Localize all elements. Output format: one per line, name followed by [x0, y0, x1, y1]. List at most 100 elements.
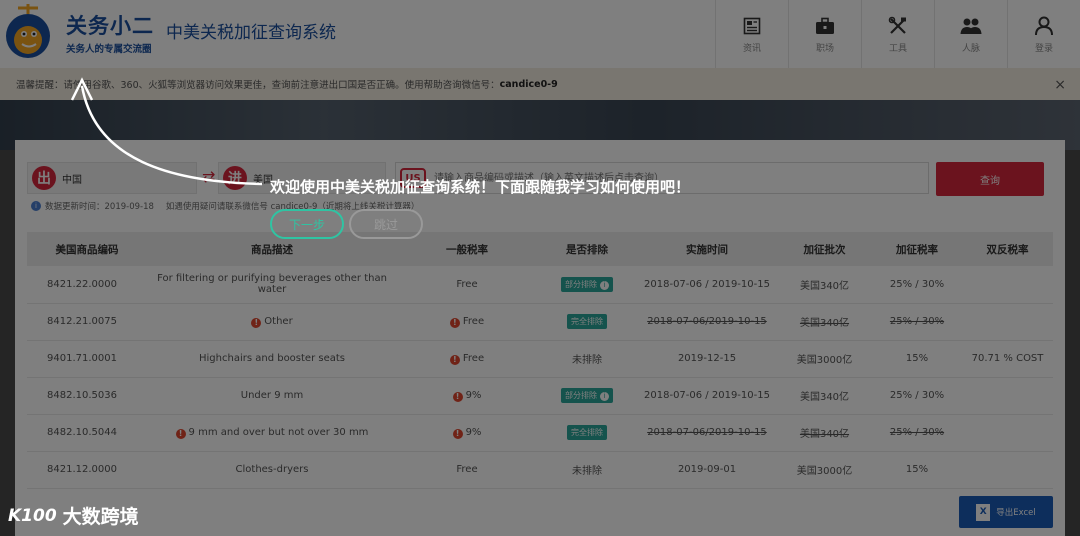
col-header: 双反税率 — [962, 232, 1053, 266]
exclusion-status: 部分排除 — [565, 279, 597, 289]
briefcase-icon — [814, 15, 836, 37]
tour-skip-button[interactable]: 跳过 — [349, 209, 423, 239]
additional-rate: 15% — [872, 340, 962, 378]
export-country: 中国 — [62, 174, 82, 186]
additional-rate: 25% / 30% — [872, 266, 962, 304]
hts-code: 8421.22.0000 — [27, 266, 147, 304]
system-title: 中美关税加征查询系统 — [166, 23, 336, 43]
ad-cvd-rate — [962, 266, 1053, 304]
hts-code: 8482.10.5044 — [27, 414, 147, 452]
exclusion-badge[interactable]: 完全排除 — [567, 314, 607, 329]
nav-item-tools[interactable]: 工具 — [861, 0, 934, 68]
effective-date: 2018-07-06/2019-10-15 — [637, 303, 777, 341]
effective-date-text: 2019-09-01 — [677, 464, 737, 475]
col-header: 一般税率 — [397, 232, 537, 266]
nav-item-login[interactable]: 登录 — [1007, 0, 1080, 68]
brand-name: 关务小二 — [66, 14, 154, 38]
export-excel-button[interactable]: X 导出Excel — [959, 496, 1053, 528]
export-country-select[interactable]: 出 中国 — [27, 162, 197, 194]
description: Clothes-dryers — [235, 464, 309, 475]
tariff-batch-text: 美国3000亿 — [796, 466, 853, 477]
logo-icon[interactable] — [2, 2, 64, 60]
tariff-batch-text: 美国340亿 — [799, 392, 850, 403]
tour-message: 欢迎使用中美关税加征查询系统！下面跟随我学习如何使用吧！ — [270, 178, 691, 196]
watermark-text: 大数跨境 — [62, 506, 139, 528]
effective-date-text: 2018-07-06/2019-10-15 — [647, 316, 767, 327]
top-nav: 资讯 职场 工具 人脉 登录 — [715, 0, 1080, 68]
tip-text: 温馨提醒：请使用谷歌、360、火狐等浏览器访问效果更佳，查询前注意进出口国是否正… — [16, 80, 500, 91]
additional-rate-text: 25% / 30% — [889, 316, 945, 327]
query-button[interactable]: 查询 — [936, 162, 1044, 196]
nav-label: 人脉 — [961, 43, 980, 54]
general-rate: Free — [462, 352, 485, 364]
table-row[interactable]: 8421.22.0000 For filtering or purifying b… — [27, 266, 1053, 304]
rate-cell: ! Free — [397, 340, 537, 378]
close-icon[interactable]: × — [1054, 77, 1066, 93]
effective-date: 2018-07-06 / 2019-10-15 — [637, 266, 777, 304]
additional-rate-text: 15% — [905, 464, 929, 475]
additional-rate-text: 15% — [905, 353, 929, 364]
table-row[interactable]: 8482.10.5036 Under 9 mm! 9% 部分排除 i 2018-07-06… — [27, 377, 1053, 415]
exclusion-badge[interactable]: 完全排除 — [567, 425, 607, 440]
hts-code: 8482.10.5036 — [27, 377, 147, 415]
warning-icon: ! — [449, 317, 460, 328]
rate-cell: ! 9% — [397, 377, 537, 415]
rate-cell: Free — [397, 266, 537, 304]
ad-cvd-rate: 70.71 % COST — [962, 340, 1053, 378]
tariff-batch: 美国340亿 — [777, 303, 872, 341]
general-rate: 9% — [465, 426, 482, 438]
hts-code: 8421.12.0000 — [27, 451, 147, 489]
additional-rate-text: 25% / 30% — [889, 278, 945, 290]
watermark: K100 大数跨境 — [8, 502, 139, 529]
exclusion-status: 完全排除 — [571, 428, 603, 437]
warning-icon: ! — [251, 317, 262, 328]
people-icon — [960, 15, 982, 37]
warning-icon: ! — [452, 391, 463, 402]
effective-date-text: 2018-07-06/2019-10-15 — [647, 427, 767, 438]
brand[interactable]: 关务小二 关务人的专属交流圈 — [66, 10, 154, 55]
tools-icon — [887, 15, 909, 37]
warning-icon: ! — [452, 428, 463, 439]
exclusion-badge[interactable]: 部分排除 i — [561, 388, 613, 403]
export-flag-icon: 出 — [32, 166, 56, 190]
exclusion-cell: 未排除 — [537, 451, 637, 489]
swap-icon[interactable]: ⇄ — [202, 167, 215, 186]
nav-item-network[interactable]: 人脉 — [934, 0, 1007, 68]
description-cell: ! 9 mm and over but not over 30 mm — [147, 414, 397, 452]
table-row[interactable]: 8421.12.0000 Clothes-dryers Free 未排除 2019-09… — [27, 451, 1053, 489]
ad-cvd-rate — [962, 303, 1053, 341]
tariff-batch: 美国340亿 — [777, 377, 872, 415]
table-row[interactable]: 8412.21.0075! Other! Free 完全排除 2018-07-06/20… — [27, 303, 1053, 341]
additional-rate: 15% — [872, 451, 962, 489]
description: Highchairs and booster seats — [199, 353, 345, 364]
ad-cvd-rate — [962, 414, 1053, 452]
description: Other — [264, 315, 293, 327]
nav-label: 资讯 — [742, 43, 761, 54]
col-header: 美国商品编码 — [27, 232, 147, 266]
table-row[interactable]: 9401.71.0001 Highchairs and booster seats… — [27, 340, 1053, 378]
effective-date-text: 2018-07-06 / 2019-10-15 — [644, 278, 770, 290]
main-panel: 出 中国 ⇄ 进 美国 US 查询 i 数据更新时间：2019-09-18 如遇… — [15, 140, 1065, 536]
exclusion-cell: 完全排除 — [537, 303, 637, 341]
user-icon — [1033, 15, 1055, 37]
nav-item-career[interactable]: 职场 — [788, 0, 861, 68]
nav-item-news[interactable]: 资讯 — [715, 0, 788, 68]
effective-date-text: 2019-12-15 — [677, 353, 737, 364]
col-header: 是否排除 — [537, 232, 637, 266]
general-rate: Free — [456, 278, 478, 290]
excel-icon: X — [976, 503, 991, 521]
exclusion-cell: 未排除 — [537, 340, 637, 378]
results-table: 美国商品编码 商品描述 一般税率 是否排除 实施时间 加征批次 加征税率 双反税… — [27, 232, 1053, 489]
header: 关务小二 关务人的专属交流圈 中美关税加征查询系统 资讯 职场 工具 人脉 登录 — [0, 0, 1080, 68]
tour-next-button[interactable]: 下一步 — [270, 209, 344, 239]
tariff-batch-text: 美国340亿 — [799, 280, 850, 292]
brand-slogan: 关务人的专属交流圈 — [66, 44, 152, 55]
description-cell: Clothes-dryers — [147, 451, 397, 489]
exclusion-badge[interactable]: 部分排除 i — [561, 276, 613, 292]
table-row[interactable]: 8482.10.5044! 9 mm and over but not over … — [27, 414, 1053, 452]
additional-rate: 25% / 30% — [872, 414, 962, 452]
nav-label: 职场 — [815, 43, 834, 54]
general-rate: Free — [456, 464, 478, 475]
tariff-batch-text: 美国3000亿 — [796, 355, 853, 366]
info-icon: i — [600, 392, 609, 401]
